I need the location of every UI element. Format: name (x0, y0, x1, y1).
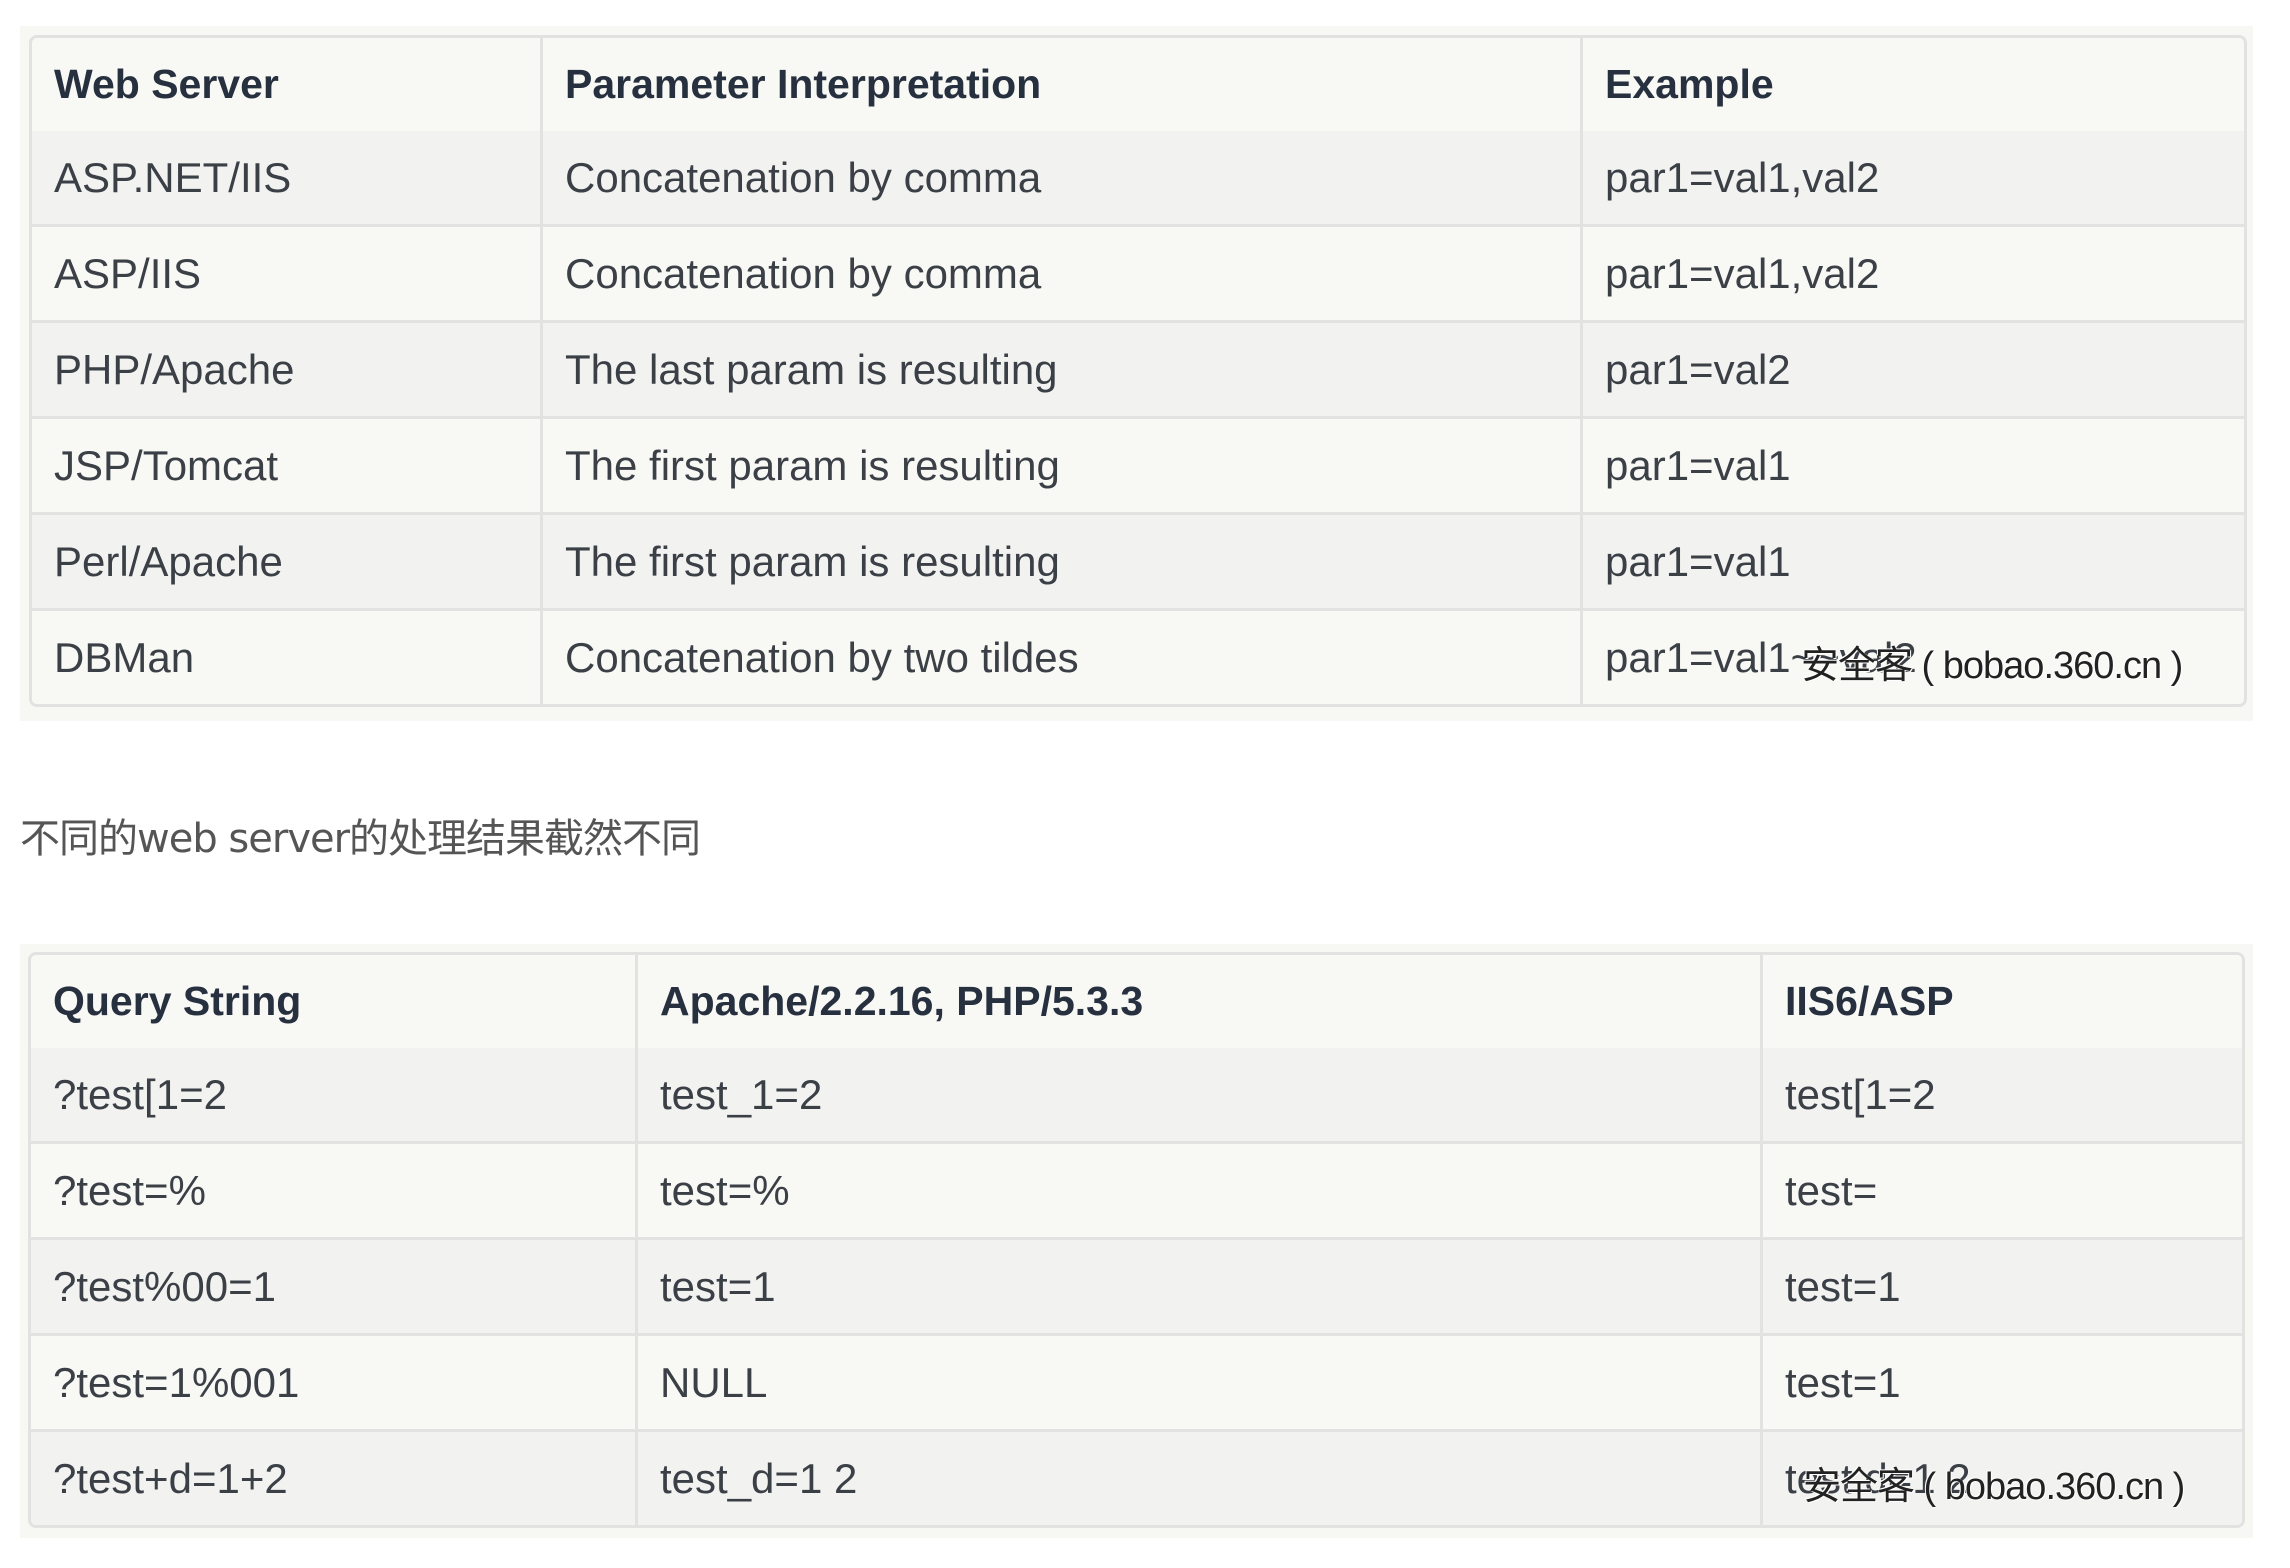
table-header-row: Query String Apache/2.2.16, PHP/5.3.3 II… (31, 955, 2242, 1048)
cell-apache-php: test=% (635, 1144, 1760, 1240)
watermark-overlay: 安全客 ( bobao.360.cn ) (1801, 644, 2183, 687)
table-row: ?test=% test=% test= (31, 1144, 2242, 1240)
cell-apache-php: test=1 (635, 1240, 1760, 1336)
cell-query-string: ?test=% (31, 1144, 635, 1240)
table-row: ?test=1%001 NULL test=1 (31, 1336, 2242, 1432)
table-row: ?test+d=1+2 test_d=1 2 test d=1 2 安全客 ( … (31, 1432, 2242, 1525)
cell-parameter-interpretation: Concatenation by two tildes (540, 611, 1580, 704)
paragraph-note: 不同的web server的处理结果截然不同 (20, 816, 701, 862)
cell-query-string: ?test[1=2 (31, 1048, 635, 1144)
cell-iis-asp: test= (1760, 1144, 2242, 1240)
table-row: DBMan Concatenation by two tildes par1=v… (32, 611, 2244, 704)
table-row: Perl/Apache The first param is resulting… (32, 515, 2244, 611)
column-header-web-server: Web Server (32, 38, 540, 131)
table-row: PHP/Apache The last param is resulting p… (32, 323, 2244, 419)
cell-iis-asp: test=1 (1760, 1336, 2242, 1432)
column-header-example: Example (1580, 38, 2244, 131)
cell-iis-asp: test[1=2 (1760, 1048, 2242, 1144)
cell-example: par1=val1 (1580, 419, 2244, 515)
table-row: ?test%00=1 test=1 test=1 (31, 1240, 2242, 1336)
cell-parameter-interpretation: The first param is resulting (540, 515, 1580, 611)
column-header-query-string: Query String (31, 955, 635, 1048)
cell-web-server: DBMan (32, 611, 540, 704)
cell-parameter-interpretation: The last param is resulting (540, 323, 1580, 419)
cell-parameter-interpretation: Concatenation by comma (540, 131, 1580, 227)
cell-apache-php: NULL (635, 1336, 1760, 1432)
cell-parameter-interpretation: The first param is resulting (540, 419, 1580, 515)
cell-iis-asp-watermarked: test d=1 2 安全客 ( bobao.360.cn ) (1760, 1432, 2242, 1525)
watermark-overlay: 安全客 ( bobao.360.cn ) (1803, 1465, 2185, 1508)
cell-web-server: ASP.NET/IIS (32, 131, 540, 227)
cell-apache-php: test_d=1 2 (635, 1432, 1760, 1525)
cell-iis-asp: test=1 (1760, 1240, 2242, 1336)
table-row: ASP/IIS Concatenation by comma par1=val1… (32, 227, 2244, 323)
cell-example: par1=val1,val2 (1580, 131, 2244, 227)
cell-example: par1=val1 (1580, 515, 2244, 611)
cell-example: par1=val1,val2 (1580, 227, 2244, 323)
column-header-iis-asp: IIS6/ASP (1760, 955, 2242, 1048)
cell-web-server: PHP/Apache (32, 323, 540, 419)
web-server-parameter-table: Web Server Parameter Interpretation Exam… (29, 35, 2247, 707)
table-row: ASP.NET/IIS Concatenation by comma par1=… (32, 131, 2244, 227)
table-header-row: Web Server Parameter Interpretation Exam… (32, 38, 2244, 131)
cell-apache-php: test_1=2 (635, 1048, 1760, 1144)
column-header-apache-php: Apache/2.2.16, PHP/5.3.3 (635, 955, 1760, 1048)
cell-example-watermarked: par1=val1~~val2 安全客 ( bobao.360.cn ) (1580, 611, 2244, 704)
table-row: JSP/Tomcat The first param is resulting … (32, 419, 2244, 515)
cell-web-server: Perl/Apache (32, 515, 540, 611)
table-row: ?test[1=2 test_1=2 test[1=2 (31, 1048, 2242, 1144)
cell-web-server: ASP/IIS (32, 227, 540, 323)
cell-query-string: ?test%00=1 (31, 1240, 635, 1336)
column-header-parameter-interpretation: Parameter Interpretation (540, 38, 1580, 131)
cell-web-server: JSP/Tomcat (32, 419, 540, 515)
cell-parameter-interpretation: Concatenation by comma (540, 227, 1580, 323)
query-string-comparison-table: Query String Apache/2.2.16, PHP/5.3.3 II… (28, 952, 2245, 1528)
cell-example: par1=val2 (1580, 323, 2244, 419)
cell-query-string: ?test+d=1+2 (31, 1432, 635, 1525)
cell-query-string: ?test=1%001 (31, 1336, 635, 1432)
